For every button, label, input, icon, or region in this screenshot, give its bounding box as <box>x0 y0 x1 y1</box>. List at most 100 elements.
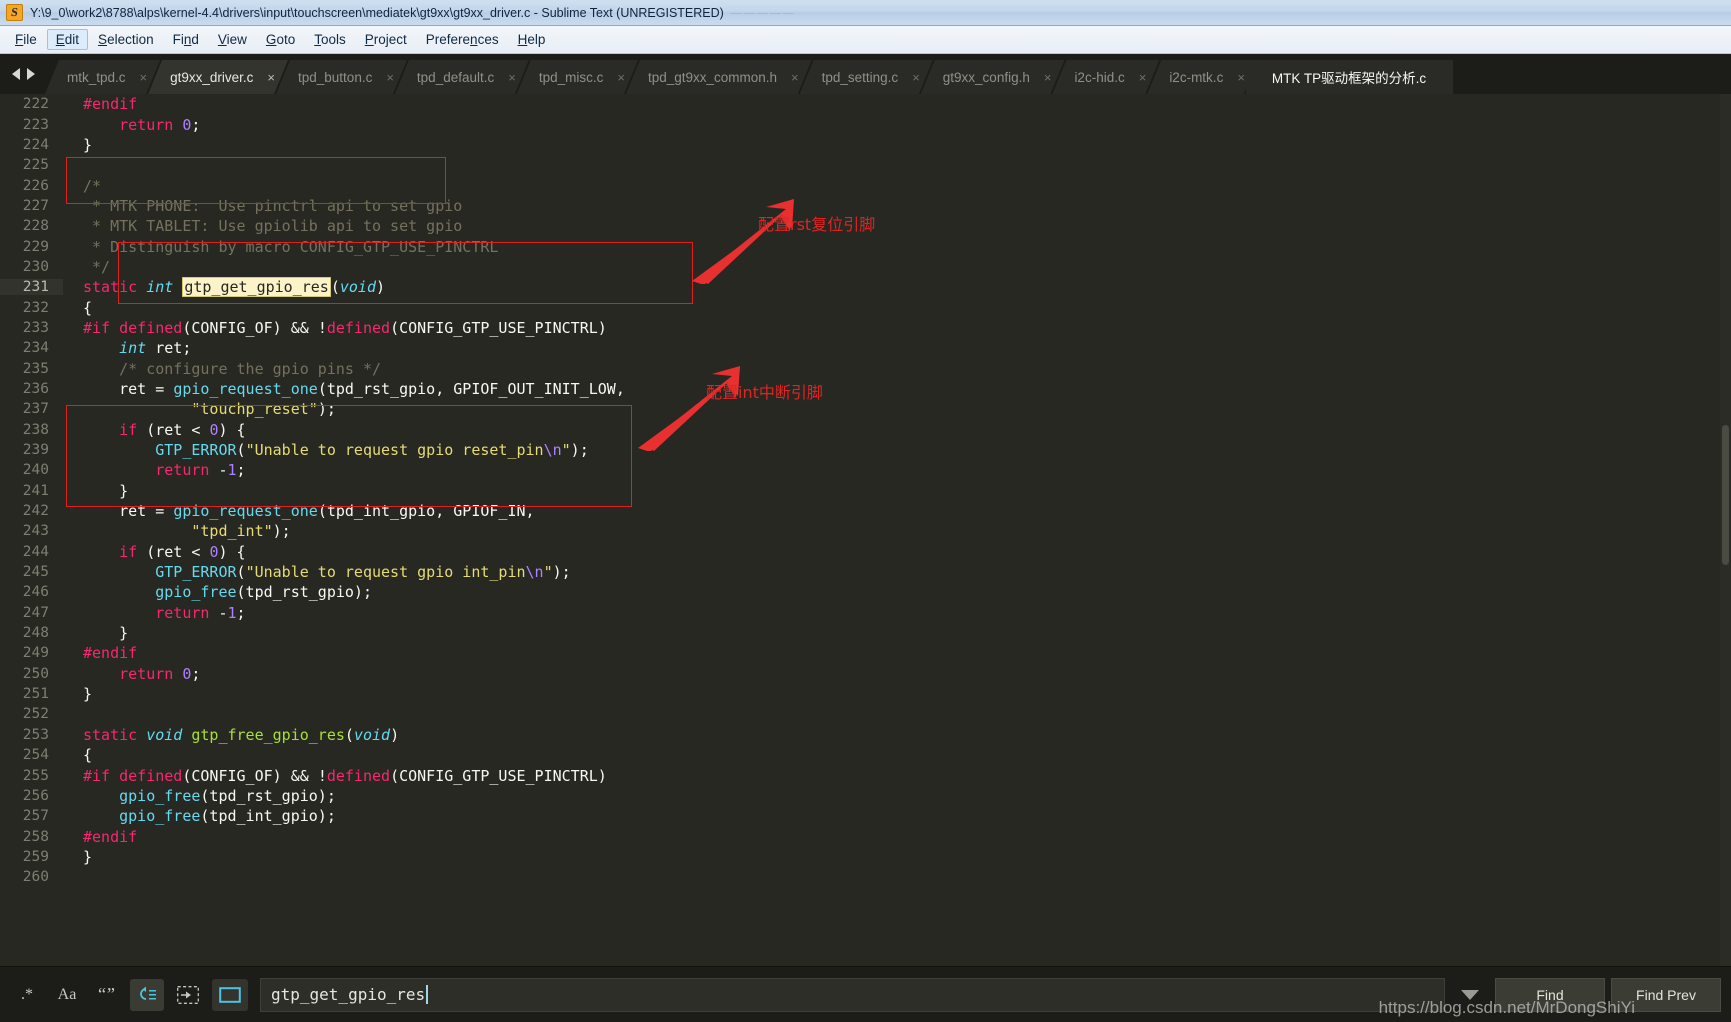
code-line[interactable]: 253 static void gtp_free_gpio_res(void) <box>0 725 1731 745</box>
code-line[interactable]: 226 /* <box>0 175 1731 195</box>
close-icon[interactable]: × <box>912 70 920 85</box>
code-line[interactable]: 237 "touchp_reset"); <box>0 399 1731 419</box>
code-line[interactable]: 230 */ <box>0 257 1731 277</box>
code-line[interactable]: 229 * Distinguish by macro CONFIG_GTP_US… <box>0 236 1731 256</box>
whole-word-glyph: “” <box>98 984 116 1004</box>
token-plain: { <box>83 746 93 765</box>
code-line[interactable]: 238 if (ret < 0) { <box>0 420 1731 440</box>
code-line[interactable]: 223 return 0; <box>0 114 1731 134</box>
code-line[interactable]: 250 return 0; <box>0 664 1731 684</box>
menu-item-file[interactable]: File <box>6 29 46 50</box>
code-line[interactable]: 225 <box>0 155 1731 175</box>
tab-gt9xx-driver-c[interactable]: gt9xx_driver.c × <box>148 60 288 94</box>
tab-mtk-tpd-c[interactable]: mtk_tpd.c × <box>45 60 160 94</box>
code-line[interactable]: 242 ret = gpio_request_one(tpd_int_gpio,… <box>0 501 1731 521</box>
code-line[interactable]: 241 } <box>0 481 1731 501</box>
code-line[interactable]: 236 ret = gpio_request_one(tpd_rst_gpio,… <box>0 379 1731 399</box>
token-kw: static <box>83 278 138 297</box>
close-icon[interactable]: × <box>508 70 516 85</box>
code-line[interactable]: 256 gpio_free(tpd_rst_gpio); <box>0 786 1731 806</box>
code-editor[interactable]: 222 #endif 223 return 0; 224} 225 226/* 227 * … <box>0 94 1731 966</box>
code-line[interactable]: 246 gpio_free(tpd_rst_gpio); <box>0 582 1731 602</box>
wrap-icon[interactable] <box>130 978 164 1011</box>
code-line[interactable]: 232 { <box>0 297 1731 317</box>
menu-item-tools[interactable]: Tools <box>305 29 355 50</box>
code-line[interactable]: 255 #if defined(CONFIG_OF) && !defined(CO… <box>0 765 1731 785</box>
tab-mtk-tp-c[interactable]: MTK TP驱动框架的分析.c <box>1245 60 1454 94</box>
code-line[interactable]: 254 { <box>0 745 1731 765</box>
code-line[interactable]: 257 gpio_free(tpd_int_gpio); <box>0 806 1731 826</box>
code-line[interactable]: 222 #endif <box>0 94 1731 114</box>
close-icon[interactable]: × <box>1237 70 1245 85</box>
tab-i2c-mtk-c[interactable]: i2c-mtk.c × <box>1147 60 1258 94</box>
close-icon[interactable]: × <box>1139 70 1147 85</box>
in-selection-icon[interactable] <box>170 979 206 1011</box>
token-plain: (CONFIG_OF) && <box>182 766 318 785</box>
code-line[interactable]: 224} <box>0 135 1731 155</box>
menu-item-edit[interactable]: Edit <box>46 29 89 50</box>
token-esc: \n <box>543 441 562 460</box>
find-button[interactable]: Find <box>1495 977 1605 1012</box>
menu-mnemonic: V <box>217 32 227 47</box>
token-plain: - <box>209 461 228 480</box>
menu-item-project[interactable]: Project <box>356 29 416 50</box>
code-line[interactable]: 248 } <box>0 623 1731 643</box>
token-plain: ); <box>272 522 291 541</box>
code-text: */ <box>63 258 1731 276</box>
whole-word-icon[interactable]: “” <box>90 979 124 1011</box>
code-line[interactable]: 240 return -1; <box>0 460 1731 480</box>
tab-gt9xx-config-h[interactable]: gt9xx_config.h × <box>921 60 1065 94</box>
code-line[interactable]: 260 <box>0 867 1731 887</box>
line-number: 235 <box>22 360 49 377</box>
close-icon[interactable]: × <box>267 70 275 85</box>
token-str: " <box>561 441 571 460</box>
menu-item-preferences[interactable]: Preferences <box>417 29 508 50</box>
tab-tpd-setting-c[interactable]: tpd_setting.c × <box>800 60 933 94</box>
tab-tpd-default-c[interactable]: tpd_default.c × <box>395 60 529 94</box>
tab-tpd-button-c[interactable]: tpd_button.c × <box>276 60 407 94</box>
case-sensitive-icon[interactable]: Aa <box>50 979 84 1011</box>
code-line[interactable]: 233 #if defined(CONFIG_OF) && !defined(CO… <box>0 318 1731 338</box>
code-line[interactable]: 249 #endif <box>0 643 1731 663</box>
token-plain: (tpd_int_gpio, GPIOF_IN, <box>317 502 535 521</box>
menu-item-selection[interactable]: Selection <box>89 29 163 50</box>
find-input[interactable]: gtp_get_gpio_res <box>260 977 1445 1012</box>
tab-tpd-misc-c[interactable]: tpd_misc.c × <box>517 60 638 94</box>
vertical-scrollbar[interactable] <box>1720 94 1731 966</box>
code-line[interactable]: 231 static int gtp_get_gpio_res (void) <box>0 277 1731 298</box>
highlight-results-icon[interactable] <box>212 978 248 1011</box>
token-type: int <box>119 339 147 358</box>
tab-scroll-left-icon[interactable] <box>10 67 22 81</box>
code-line[interactable]: 247 return -1; <box>0 603 1731 623</box>
code-line[interactable]: 244 if (ret < 0) { <box>0 542 1731 562</box>
close-icon[interactable]: × <box>617 70 625 85</box>
code-line[interactable]: 259} <box>0 847 1731 867</box>
code-line[interactable]: 251} <box>0 684 1731 704</box>
close-icon[interactable]: × <box>386 70 394 85</box>
menu-item-find[interactable]: Find <box>164 29 208 50</box>
tab-scroll-right-icon[interactable] <box>25 67 37 81</box>
history-dropdown-icon[interactable] <box>1461 989 1479 1000</box>
code-line[interactable]: 235 /* configure the gpio pins */ <box>0 358 1731 378</box>
tab-scroll-controls[interactable] <box>0 54 45 94</box>
token-plain: ( <box>330 278 340 297</box>
scrollbar-thumb[interactable] <box>1722 425 1729 565</box>
close-icon[interactable]: × <box>791 70 799 85</box>
menu-item-goto[interactable]: Goto <box>257 29 304 50</box>
close-icon[interactable]: × <box>1044 70 1052 85</box>
tab-tpd-gt9xx-common-h[interactable]: tpd_gt9xx_common.h × <box>626 60 812 94</box>
regex-icon[interactable]: .* <box>10 979 44 1011</box>
token-kw: defined <box>326 766 391 785</box>
tab-i2c-hid-c[interactable]: i2c-hid.c × <box>1052 60 1159 94</box>
menu-item-help[interactable]: Help <box>509 29 555 50</box>
menu-item-view[interactable]: View <box>209 29 256 50</box>
code-line[interactable]: 258 #endif <box>0 826 1731 846</box>
find-prev-button[interactable]: Find Prev <box>1611 977 1721 1012</box>
code-line[interactable]: 243 "tpd_int"); <box>0 521 1731 541</box>
line-number: 238 <box>22 421 49 438</box>
code-line[interactable]: 234 int ret; <box>0 338 1731 358</box>
code-line[interactable]: 245 GTP_ERROR("Unable to request gpio in… <box>0 562 1731 582</box>
close-icon[interactable]: × <box>140 70 148 85</box>
code-line[interactable]: 252 <box>0 704 1731 724</box>
code-line[interactable]: 239 GTP_ERROR("Unable to request gpio re… <box>0 440 1731 460</box>
